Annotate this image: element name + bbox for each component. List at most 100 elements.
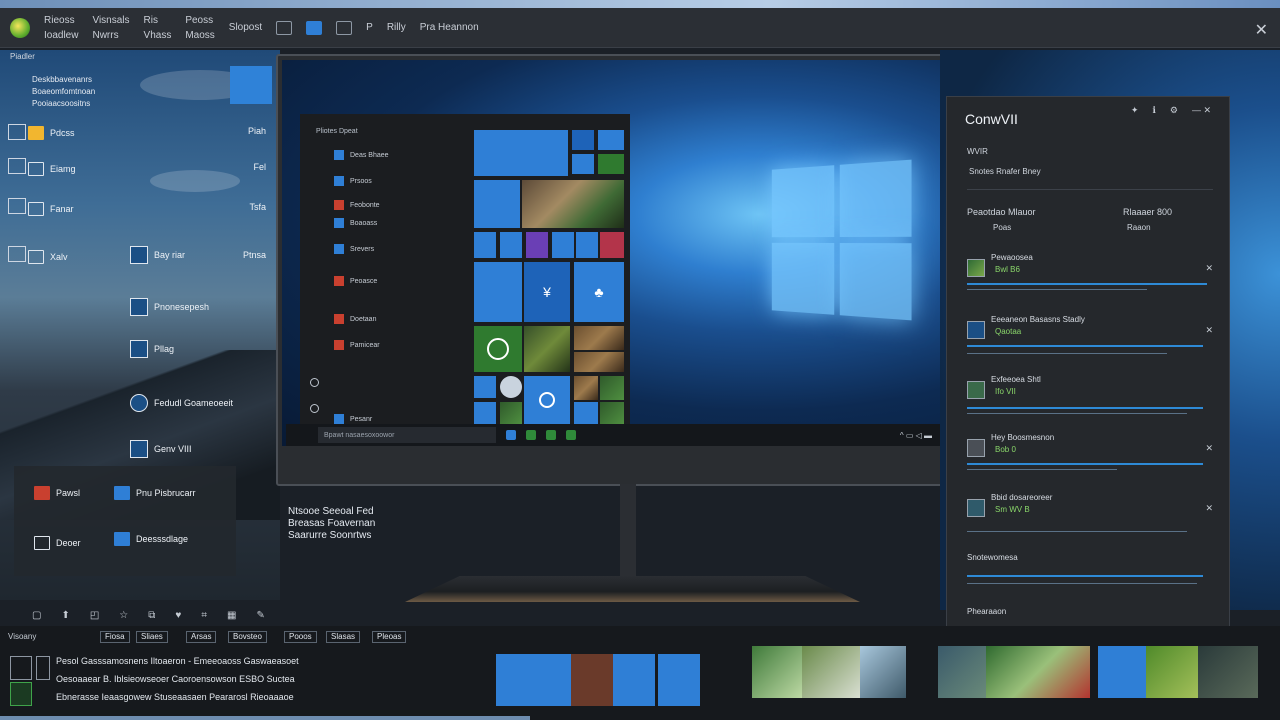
- start-list-item[interactable]: Prsoos: [334, 176, 372, 186]
- filter-chip[interactable]: Slasas: [326, 631, 361, 643]
- side-icon[interactable]: [8, 198, 26, 214]
- list-item[interactable]: Snotewomesa: [967, 553, 1217, 603]
- menu-item[interactable]: Vhass: [144, 30, 172, 41]
- start-list-item[interactable]: Deas Bhaee: [334, 150, 389, 160]
- left-row[interactable]: Xalv: [28, 250, 68, 264]
- tile-medium[interactable]: [474, 326, 522, 372]
- tile-photo[interactable]: [524, 326, 570, 372]
- start-list-item[interactable]: Boaoass: [334, 218, 377, 228]
- heart-icon[interactable]: ♥: [175, 610, 181, 621]
- star-icon[interactable]: ☆: [119, 610, 128, 621]
- photo-thumbnail[interactable]: [938, 646, 986, 698]
- tile-small[interactable]: [552, 232, 574, 258]
- pin-icon[interactable]: ✦: [1131, 105, 1139, 116]
- list-item[interactable]: Eeeaneon Basasns Stadly Qaotaa ✕: [967, 315, 1217, 365]
- toolbar-icon[interactable]: [336, 20, 353, 35]
- tile-small[interactable]: [474, 376, 496, 398]
- tile-small[interactable]: [500, 232, 522, 258]
- filter-chip[interactable]: Pooos: [284, 631, 317, 643]
- menu-item[interactable]: Slopost: [229, 22, 262, 33]
- menu-item[interactable]: Ioadlew: [44, 30, 78, 41]
- app-tile[interactable]: [613, 654, 655, 706]
- more-icon[interactable]: ✕: [1205, 503, 1213, 514]
- file-icon[interactable]: ▢: [32, 610, 41, 621]
- list-item[interactable]: Exfeeoea Shtl Ifo VII: [967, 375, 1217, 425]
- tile-small[interactable]: [572, 154, 594, 174]
- app-tile[interactable]: [1098, 646, 1146, 698]
- start-list-item[interactable]: Peoasce: [334, 276, 377, 286]
- tile-photo[interactable]: [574, 326, 624, 350]
- left-row[interactable]: Pawsl: [34, 486, 80, 500]
- grid-icon[interactable]: ▦: [227, 610, 236, 621]
- filter-chip[interactable]: Bovsteo: [228, 631, 267, 643]
- menu-item[interactable]: Visnsals: [92, 15, 129, 26]
- left-row[interactable]: Eiamg: [28, 162, 76, 176]
- filter-chip[interactable]: Pleoas: [372, 631, 407, 643]
- start-list-item[interactable]: Srevers: [334, 244, 374, 254]
- system-tray[interactable]: ^ ▭ ◁ ▬: [900, 431, 932, 440]
- user-icon[interactable]: [310, 378, 319, 387]
- pinned-app-icon[interactable]: [566, 430, 576, 440]
- tag-icon[interactable]: ⌗: [201, 610, 207, 621]
- tile-small[interactable]: [600, 232, 624, 258]
- menu-item[interactable]: Nwrrs: [92, 30, 129, 41]
- tile-medium[interactable]: [474, 180, 520, 228]
- gear-icon[interactable]: ⚙: [1170, 105, 1178, 116]
- list-item[interactable]: Pnonesepesh: [130, 298, 209, 316]
- chat-icon[interactable]: ◰: [90, 610, 99, 621]
- pinned-app-icon[interactable]: [546, 430, 556, 440]
- list-item[interactable]: Hey Boosmesnon Bob 0 ✕: [967, 433, 1217, 483]
- start-list-item[interactable]: Feobonte: [334, 200, 380, 210]
- tile-medium[interactable]: ¥: [524, 262, 570, 322]
- tile-large[interactable]: [474, 130, 568, 176]
- edit-icon[interactable]: ✎: [256, 610, 264, 621]
- photo-thumbnail[interactable]: [986, 646, 1090, 698]
- tile-photo[interactable]: [522, 180, 624, 228]
- list-item[interactable]: Pllag: [130, 340, 174, 358]
- pinned-app-icon[interactable]: [506, 430, 516, 440]
- photo-thumbnail[interactable]: [802, 646, 860, 698]
- tile-photo[interactable]: [500, 402, 522, 424]
- filter-chip[interactable]: Fiosa: [100, 631, 130, 643]
- list-item[interactable]: Bbid dosareoreer Sm WV B ✕: [967, 493, 1217, 543]
- info-icon[interactable]: ℹ: [1152, 105, 1155, 116]
- left-row[interactable]: Deoer: [34, 536, 81, 550]
- window-controls-icon[interactable]: — ✕: [1192, 105, 1211, 116]
- side-icon[interactable]: [8, 246, 26, 262]
- app-tile[interactable]: [658, 654, 700, 706]
- close-icon[interactable]: ✕: [1255, 20, 1268, 40]
- photo-thumbnail[interactable]: [752, 646, 802, 698]
- list-item[interactable]: Fedudl Goameoeeit: [130, 394, 233, 412]
- photo-thumbnail[interactable]: [860, 646, 906, 698]
- tile-photo[interactable]: [600, 376, 624, 400]
- app-tile[interactable]: [496, 654, 538, 706]
- toolbar-label[interactable]: Pra Heannon: [420, 22, 479, 33]
- tile-small[interactable]: [576, 232, 598, 258]
- side-icon[interactable]: [8, 158, 26, 174]
- copy-icon[interactable]: ⧉: [148, 610, 155, 621]
- tile-medium[interactable]: [524, 376, 570, 424]
- tile-small[interactable]: [474, 402, 496, 424]
- app-icon[interactable]: [10, 682, 32, 706]
- list-item[interactable]: Bay riar: [130, 246, 185, 264]
- file-icon[interactable]: [10, 656, 32, 680]
- photo-thumbnail[interactable]: [1198, 646, 1258, 698]
- file-icon[interactable]: [36, 656, 50, 680]
- tile-small[interactable]: [598, 130, 624, 150]
- tile-small[interactable]: [474, 232, 496, 258]
- tile-small[interactable]: [572, 130, 594, 150]
- app-tile[interactable]: [230, 66, 272, 104]
- app-tile[interactable]: [571, 654, 613, 706]
- start-list-item[interactable]: Pesanr: [334, 414, 372, 424]
- tile-photo[interactable]: [600, 402, 624, 424]
- tile-photo[interactable]: [574, 352, 624, 372]
- start-list-item[interactable]: Pamicear: [334, 340, 380, 350]
- filter-chip[interactable]: Sliaes: [136, 631, 168, 643]
- tile-medium[interactable]: ♣: [574, 262, 624, 322]
- menu-item[interactable]: Peoss: [185, 15, 214, 26]
- side-icon[interactable]: [8, 124, 26, 140]
- toolbar-label[interactable]: Rilly: [387, 22, 406, 33]
- tile-small[interactable]: [598, 154, 624, 174]
- filter-chip[interactable]: Arsas: [186, 631, 217, 643]
- tile-small[interactable]: [500, 376, 522, 398]
